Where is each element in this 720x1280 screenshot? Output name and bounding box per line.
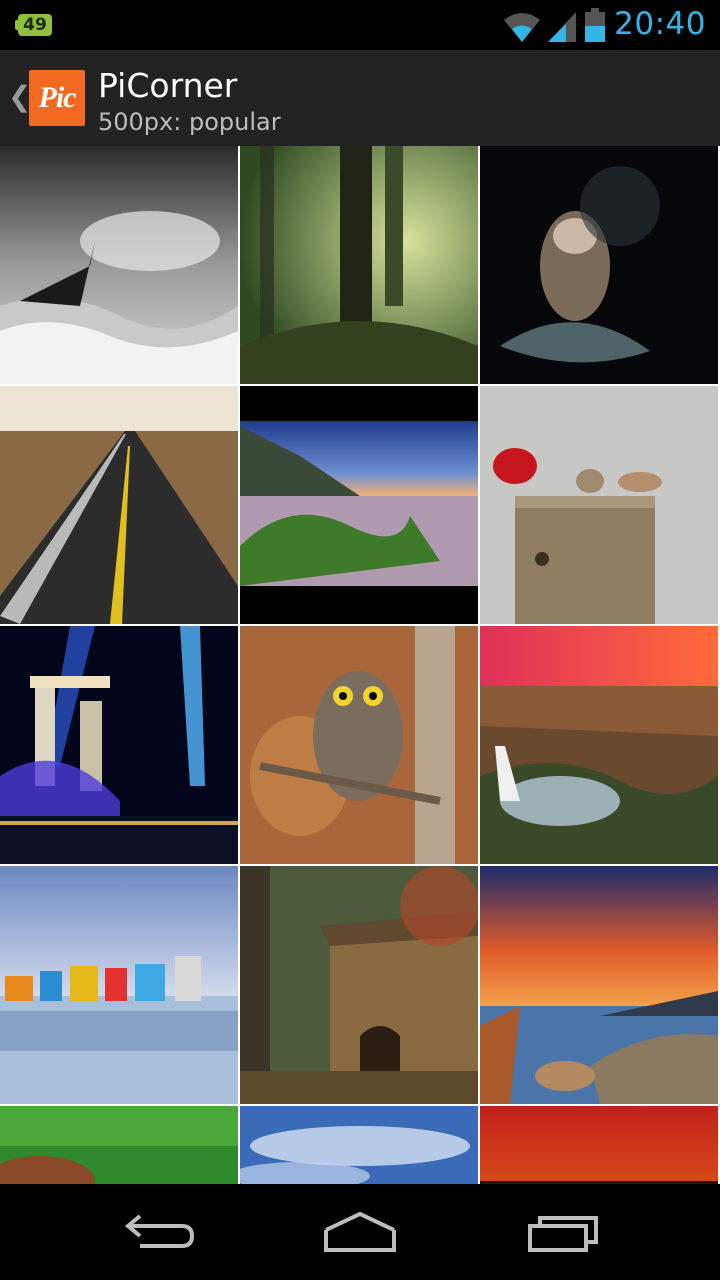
home-icon <box>324 1211 396 1252</box>
photo-thumbnail[interactable] <box>480 626 718 864</box>
system-icons <box>504 8 606 42</box>
photo-thumbnail[interactable] <box>0 626 238 864</box>
photo-thumbnail[interactable] <box>0 1106 238 1184</box>
battery-icon <box>585 8 605 42</box>
status-bar: 49 20:40 <box>0 0 720 50</box>
photo-image <box>240 386 478 624</box>
photo-thumbnail[interactable] <box>480 386 718 624</box>
photo-thumbnail[interactable] <box>240 626 478 864</box>
app-title: PiCorner <box>98 66 238 105</box>
photo-image <box>480 146 718 384</box>
photo-grid <box>0 146 720 1184</box>
photo-image <box>240 146 478 384</box>
photo-thumbnail[interactable] <box>480 146 718 384</box>
photo-thumbnail[interactable] <box>480 1106 718 1184</box>
navigation-bar <box>0 1184 720 1280</box>
notification-badge: 49 <box>15 14 52 36</box>
up-caret-icon[interactable]: ❮ <box>8 80 31 113</box>
photo-image <box>240 626 478 864</box>
photo-image <box>0 1106 238 1184</box>
photo-thumbnail[interactable] <box>240 1106 478 1184</box>
back-arrow-icon <box>124 1214 195 1248</box>
photo-thumbnail[interactable] <box>480 866 718 1104</box>
photo-thumbnail[interactable] <box>0 866 238 1104</box>
photo-image <box>0 146 238 384</box>
action-bar: ❮ Pic PiCorner 500px: popular <box>0 50 720 148</box>
signal-icon <box>548 12 576 42</box>
photo-image <box>0 386 238 624</box>
photo-thumbnail[interactable] <box>240 146 478 384</box>
photo-image <box>240 1106 478 1184</box>
photo-image <box>480 386 718 624</box>
photo-thumbnail[interactable] <box>240 386 478 624</box>
photo-thumbnail[interactable] <box>0 386 238 624</box>
feed-subtitle: 500px: popular <box>98 108 281 136</box>
photo-thumbnail[interactable] <box>240 866 478 1104</box>
photo-image <box>480 1106 718 1184</box>
clock: 20:40 <box>614 6 706 42</box>
wifi-icon <box>504 13 540 42</box>
recent-apps-icon <box>528 1216 598 1252</box>
photo-image <box>480 626 718 864</box>
back-button[interactable] <box>110 1206 210 1258</box>
recent-apps-button[interactable] <box>512 1206 612 1258</box>
photo-image <box>0 626 238 864</box>
photo-thumbnail[interactable] <box>0 146 238 384</box>
photo-image <box>0 866 238 1104</box>
photo-image <box>240 866 478 1104</box>
home-button[interactable] <box>310 1206 410 1258</box>
app-logo[interactable]: Pic <box>29 70 85 126</box>
photo-image <box>480 866 718 1104</box>
